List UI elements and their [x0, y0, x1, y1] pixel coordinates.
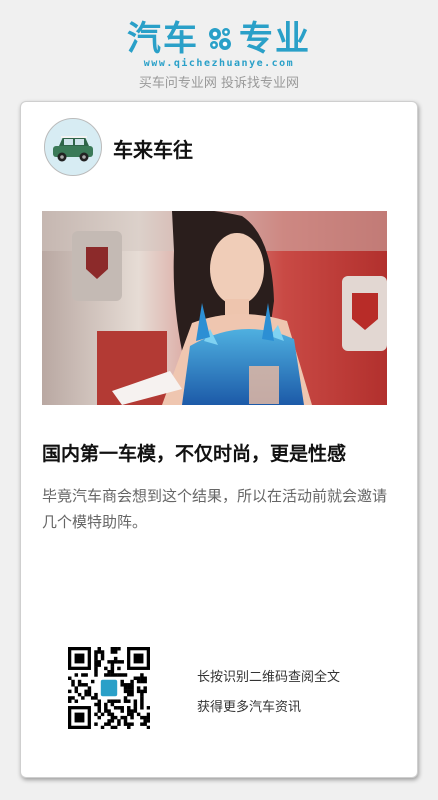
article-title[interactable]: 国内第一车模，不仅时尚，更是性感 — [42, 439, 402, 466]
article-share-card: 车来车往 国内第一车模，不仅时尚，更是性感 毕竟汽车商会想到这个结果，所以在活动… — [20, 101, 418, 778]
qr-instruction: 长按识别二维码查阅全文 — [197, 670, 341, 685]
author-avatar[interactable] — [44, 118, 102, 176]
qr-subtext: 获得更多汽车资讯 — [197, 700, 302, 715]
site-logo[interactable]: 汽车 专业 — [0, 18, 438, 60]
car-model-photo — [42, 211, 387, 405]
logo-text-right: 专业 — [239, 19, 311, 59]
site-url: www.qichezhuanye.com — [143, 58, 295, 69]
article-summary: 毕竟汽车商会想到这个结果，所以在活动前就会邀请几个模特助阵。 — [42, 487, 388, 531]
logo-text-left: 汽车 — [127, 19, 199, 59]
qr-code[interactable] — [68, 647, 151, 730]
site-header: 汽车 专业 www.qichezhuanye.com 买车问专业网 投诉找专业网 — [0, 0, 438, 100]
gear-icon — [209, 28, 231, 50]
car-avatar-icon — [45, 119, 101, 175]
site-slogan: 买车问专业网 投诉找专业网 — [138, 76, 300, 91]
qr-code-icon — [68, 647, 151, 730]
author-name[interactable]: 车来车往 — [113, 134, 193, 163]
article-photo[interactable] — [42, 211, 387, 405]
